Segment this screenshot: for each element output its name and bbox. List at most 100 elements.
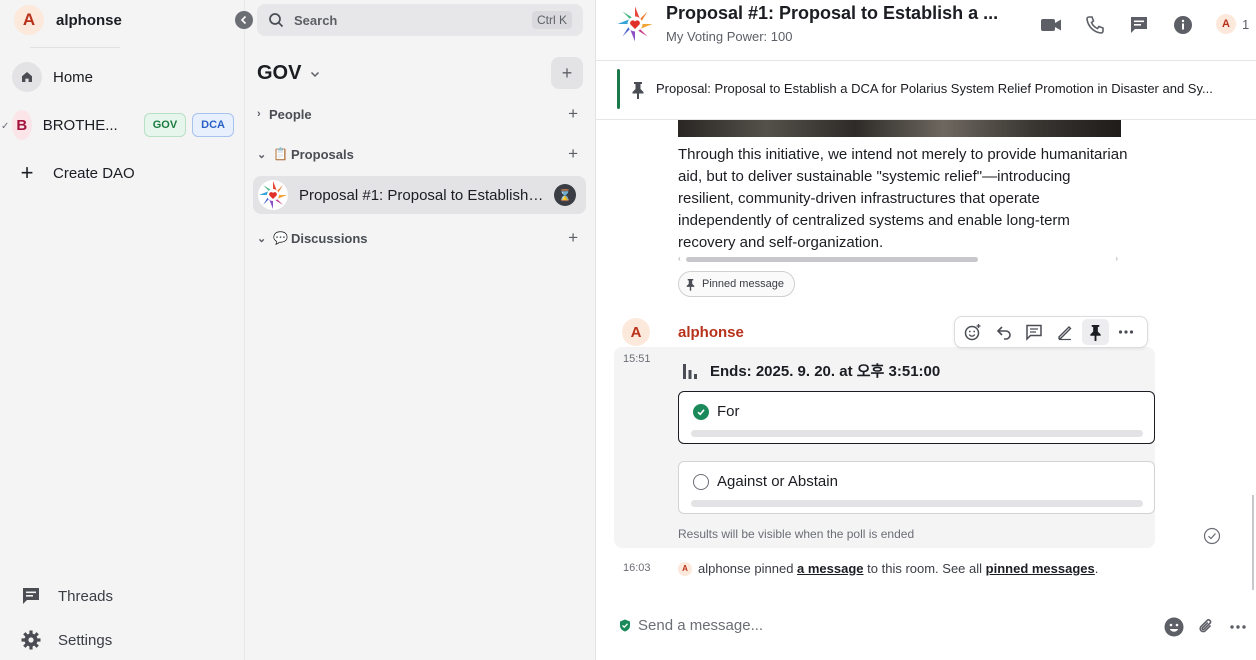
pinned-indicator [617, 69, 620, 109]
settings-label: Settings [58, 631, 113, 649]
pin-event: A alphonse pinned a message to this room… [678, 561, 1098, 576]
react-button[interactable] [959, 319, 987, 345]
create-dao-button[interactable]: + Create DAO [12, 155, 234, 191]
reply-button[interactable] [990, 319, 1018, 345]
home-nav-item[interactable]: Home [12, 59, 234, 95]
scroll-thumb[interactable] [686, 257, 978, 262]
poll-option-for[interactable]: For [678, 391, 1155, 444]
scroll-right-icon[interactable]: › [1115, 254, 1118, 263]
space-title-menu[interactable]: GOV [257, 62, 321, 85]
chevron-down-icon: ⌄ [257, 148, 267, 161]
section-people[interactable]: › People + [257, 102, 583, 126]
section-discussions[interactable]: ⌄ 💬 Discussions + [257, 226, 583, 250]
section-discussions-label: Discussions [290, 230, 368, 246]
tag-dca[interactable]: DCA [192, 113, 234, 137]
sender-name[interactable]: alphonse [678, 324, 744, 341]
pinned-message-text: Proposal: Proposal to Establish a DCA fo… [656, 81, 1213, 96]
search-input[interactable]: Search Ctrl K [257, 4, 583, 36]
search-icon [269, 13, 284, 28]
clipboard-icon: 📋 [273, 147, 288, 161]
settings-button[interactable]: Settings [20, 628, 112, 652]
pinned-message-chip[interactable]: Pinned message [678, 271, 795, 297]
poll-option-against[interactable]: Against or Abstain [678, 461, 1155, 514]
message-timestamp[interactable]: 15:51 [623, 353, 651, 365]
search-placeholder: Search [294, 12, 338, 28]
room-logo-icon[interactable] [615, 4, 655, 44]
room-item-proposal-1[interactable]: Proposal #1: Proposal to Establish a DCA… [253, 176, 586, 214]
threads-label: Threads [58, 587, 114, 605]
pin-icon [686, 278, 695, 291]
timeline-scrollbar[interactable] [1252, 495, 1254, 590]
read-receipt-icon[interactable] [1203, 527, 1221, 545]
user-avatar[interactable]: A [14, 5, 44, 35]
message-input[interactable]: Send a message... [638, 617, 763, 634]
pencil-icon [1058, 326, 1072, 341]
poll-results-note: Results will be visible when the poll is… [678, 527, 915, 541]
user-menu[interactable]: A alphonse [14, 4, 122, 36]
reply-icon [996, 326, 1011, 340]
add-discussion-button[interactable]: + [568, 228, 578, 248]
poll-option-bar [691, 430, 1143, 437]
add-people-button[interactable]: + [568, 104, 578, 124]
search-shortcut: Ctrl K [532, 11, 572, 29]
hourglass-icon: ⌛ [554, 184, 576, 206]
more-composer-options-button[interactable] [1226, 615, 1250, 639]
section-proposals-label: Proposals [290, 146, 354, 162]
paperclip-icon [1199, 619, 1212, 633]
tag-gov[interactable]: GOV [143, 113, 187, 137]
room-header: Proposal #1: Proposal to Establish a ...… [596, 0, 1256, 60]
info-icon [1174, 16, 1192, 34]
pin-button[interactable] [1081, 319, 1110, 345]
section-proposals[interactable]: ⌄ 📋 Proposals + [257, 142, 583, 166]
pinned-message-banner[interactable]: Proposal: Proposal to Establish a DCA fo… [596, 60, 1256, 120]
edit-button[interactable] [1051, 319, 1079, 345]
horizontal-scrollbar[interactable]: ‹ › [678, 254, 1118, 264]
shield-icon [620, 619, 630, 632]
pinned-messages-link[interactable]: pinned messages [986, 561, 1095, 576]
room-logo-icon [258, 180, 288, 210]
poll-chart-icon [683, 363, 697, 379]
chevron-down-icon: ⌄ [257, 232, 267, 245]
home-label: Home [53, 68, 94, 86]
more-horizontal-icon [1230, 625, 1246, 629]
video-call-button[interactable] [1040, 14, 1062, 36]
add-proposal-button[interactable]: + [568, 144, 578, 164]
room-list-panel: Search Ctrl K GOV + › People + ⌄ 📋 Propo… [245, 0, 596, 660]
room-title[interactable]: Proposal #1: Proposal to Establish a ... [666, 3, 998, 24]
event-text-prefix: alphonse pinned [698, 561, 798, 576]
poll-option-label: For [717, 403, 740, 420]
user-name: alphonse [56, 11, 122, 29]
member-count: 1 [1242, 16, 1250, 32]
message-sender[interactable]: A alphonse [622, 318, 744, 346]
add-room-button[interactable]: + [551, 57, 583, 89]
voting-power: My Voting Power: 100 [666, 29, 793, 44]
poll-option-bar [691, 500, 1143, 507]
collapse-sidebar-button[interactable] [235, 11, 253, 29]
attach-button[interactable] [1194, 615, 1218, 639]
message-action-toolbar [954, 316, 1148, 348]
space-rail: A alphonse Home ✓ B BROTHE... GOV DCA + … [0, 0, 245, 660]
expand-chevron-icon[interactable]: ✓ [1, 121, 9, 132]
smiley-icon [1164, 617, 1184, 637]
reply-in-thread-button[interactable] [1020, 319, 1048, 345]
pin-icon [1090, 324, 1101, 341]
chevron-down-icon [311, 71, 320, 77]
pinned-chip-label: Pinned message [702, 278, 784, 290]
plus-icon: + [20, 160, 34, 185]
more-options-button[interactable] [1112, 319, 1140, 345]
space-item-brothe[interactable]: ✓ B BROTHE... GOV DCA [1, 107, 234, 143]
threads-button[interactable] [1128, 14, 1150, 36]
poll-question: Ends: 2025. 9. 20. at 오후 3:51:00 [682, 360, 940, 381]
pinned-message-link[interactable]: a message [797, 561, 864, 576]
emoji-button[interactable] [1162, 615, 1186, 639]
member-list-button[interactable]: A 1 [1216, 14, 1249, 34]
threads-button[interactable]: Threads [20, 584, 113, 608]
home-icon [12, 62, 42, 92]
message-image[interactable] [678, 120, 1121, 137]
scroll-left-icon[interactable]: ‹ [678, 254, 681, 263]
voice-call-button[interactable] [1084, 14, 1106, 36]
sender-avatar[interactable]: A [622, 318, 650, 346]
gear-icon [21, 630, 41, 650]
room-info-button[interactable] [1172, 14, 1194, 36]
checked-radio-icon [693, 404, 709, 420]
